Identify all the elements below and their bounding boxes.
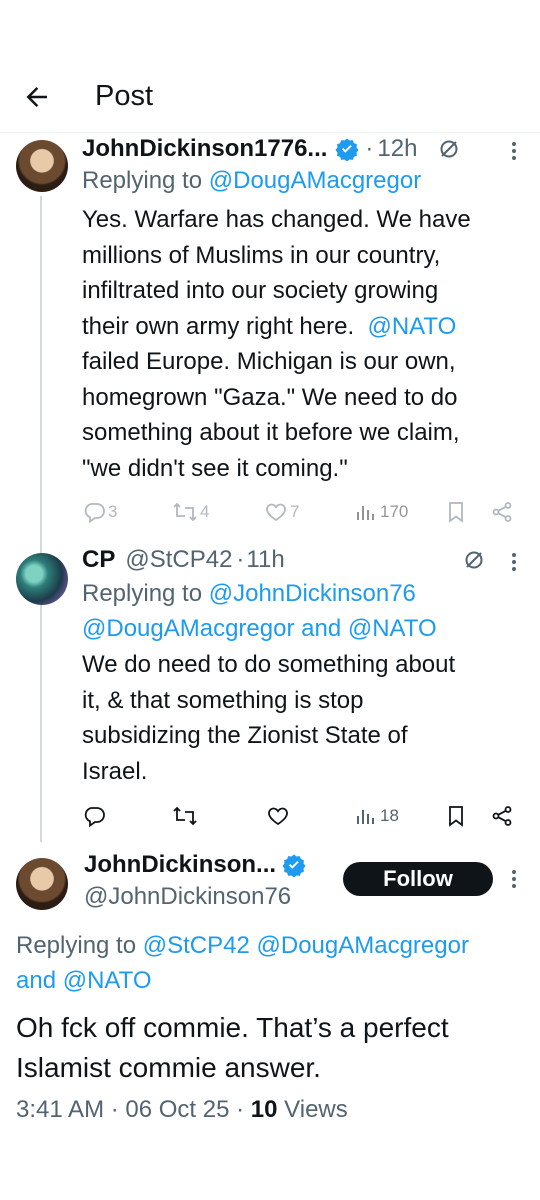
reply-icon (84, 503, 105, 524)
more-options-icon[interactable] (508, 868, 520, 890)
avatar[interactable] (16, 553, 68, 605)
replying-to: Replying to @StCP42 @DougAMacgregor and … (16, 932, 469, 994)
bookmark-button[interactable] (444, 500, 468, 529)
verified-badge-icon (335, 138, 359, 161)
back-button[interactable] (22, 82, 52, 112)
replying-to: Replying to @JohnDickinson76 @DougAMacgr… (82, 580, 437, 642)
back-arrow-icon (26, 87, 47, 107)
header-divider (0, 132, 540, 133)
user-handle[interactable]: @JohnDickinson76 (84, 883, 291, 911)
action-bar: 18 (82, 802, 522, 832)
reply-button[interactable]: 3 (82, 500, 117, 524)
share-button[interactable] (490, 500, 514, 529)
separator-dot: · (236, 546, 245, 573)
views-count: 10 (250, 1096, 278, 1123)
repost-icon (173, 806, 197, 826)
avatar[interactable] (16, 140, 68, 192)
post-author: JohnDickinson... (84, 850, 306, 880)
follow-button[interactable]: Follow (343, 862, 493, 896)
mention-link[interactable]: @NATO (63, 967, 152, 994)
views-button[interactable]: 170 (354, 500, 408, 524)
tweet-header: CP @StCP42 · 11h (82, 545, 285, 575)
more-options-icon[interactable] (508, 551, 520, 573)
repost-button[interactable] (172, 804, 198, 833)
reply-button[interactable] (82, 804, 106, 833)
reply-icon (84, 807, 105, 828)
more-options-icon[interactable] (508, 140, 520, 162)
grok-icon[interactable] (437, 137, 461, 161)
avatar[interactable] (16, 858, 68, 910)
mention-link[interactable]: @DougAMacgregor (209, 167, 421, 194)
views-button[interactable]: 18 (354, 804, 399, 828)
mention-link[interactable]: @DougAMacgregor (257, 932, 469, 959)
mention-link[interactable]: @NATO (348, 615, 437, 642)
post-text: Oh fck off commie. That’s a perfect Isla… (16, 1012, 449, 1083)
like-button[interactable] (266, 804, 290, 833)
like-button[interactable]: 7 (264, 500, 299, 524)
display-name[interactable]: JohnDickinson... (84, 851, 276, 879)
post-timestamp: 3:41 AM · 06 Oct 25 · 10 Views (16, 1096, 348, 1123)
share-icon (492, 806, 512, 826)
page-title: Post (95, 80, 154, 112)
bookmark-icon (449, 502, 463, 523)
views-icon (357, 506, 374, 520)
post-time[interactable]: 12h (377, 135, 417, 163)
post-time[interactable]: 11h (246, 546, 284, 574)
tweet-text: We do need to do something about it, & t… (82, 651, 456, 785)
display-name[interactable]: JohnDickinson1776... (82, 135, 327, 163)
user-handle[interactable]: @StCP42 (125, 546, 232, 574)
tweet-text: Yes. Warfare has changed. We have millio… (82, 206, 471, 482)
display-name[interactable]: CP (82, 546, 115, 574)
action-bar: 3 4 7 170 (82, 498, 522, 528)
views-icon (357, 810, 374, 824)
mention-link[interactable]: @NATO (367, 313, 456, 340)
verified-badge-icon (282, 854, 306, 877)
tweet-header: JohnDickinson1776... · 12h (82, 134, 461, 164)
thread-line (40, 196, 42, 842)
repost-icon (173, 502, 197, 522)
separator-dot: · (365, 135, 374, 162)
bookmark-button[interactable] (444, 804, 468, 833)
grok-icon[interactable] (462, 548, 486, 572)
mention-link[interactable]: @DougAMacgregor (82, 615, 294, 642)
heart-icon (266, 503, 286, 522)
repost-button[interactable]: 4 (172, 500, 209, 524)
share-button[interactable] (490, 804, 514, 833)
mention-link[interactable]: @JohnDickinson76 (209, 580, 416, 607)
mention-link[interactable]: @StCP42 (143, 932, 250, 959)
share-icon (492, 502, 512, 522)
bookmark-icon (449, 806, 463, 827)
replying-to: Replying to @DougAMacgregor (82, 167, 422, 194)
heart-icon (268, 807, 288, 826)
